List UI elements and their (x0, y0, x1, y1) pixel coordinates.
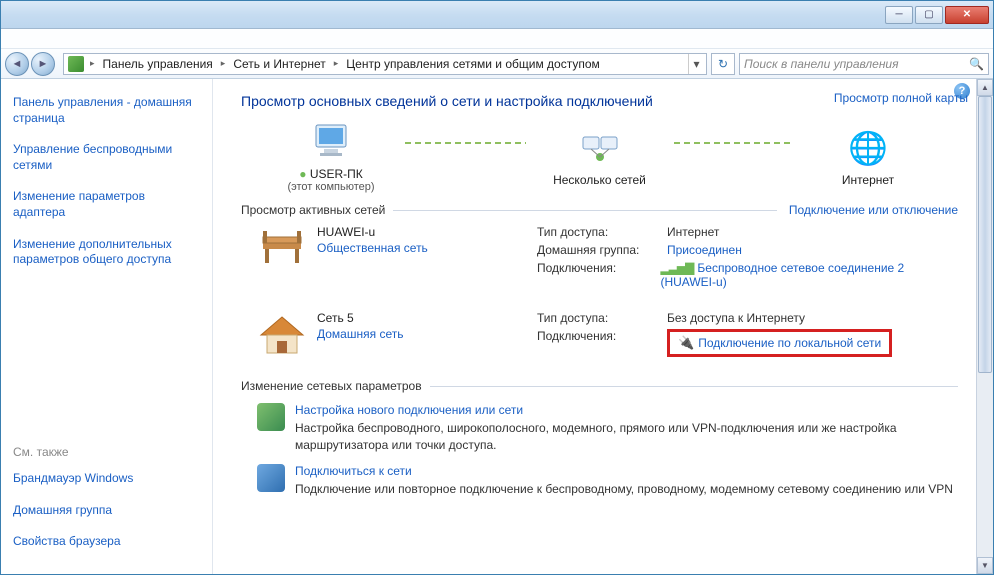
mid-label: Несколько сетей (530, 173, 670, 187)
task-description: Подключение или повторное подключение к … (295, 481, 953, 498)
scroll-up-button[interactable]: ▲ (977, 79, 993, 96)
network-row: HUAWEI-u Общественная сеть Тип доступа: … (241, 225, 958, 293)
access-type-value: Без доступа к Интернету (667, 311, 805, 325)
lan-connection-link[interactable]: 🔌Подключение по локальной сети (678, 336, 881, 350)
highlighted-lan-connection: 🔌Подключение по локальной сети (667, 329, 892, 357)
close-button[interactable]: ✕ (945, 6, 989, 24)
chevron-right-icon[interactable]: ▸ (88, 58, 97, 69)
house-icon (257, 313, 307, 357)
breadcrumb-seg-1[interactable]: Панель управления (97, 57, 219, 71)
new-connection-icon (257, 403, 285, 431)
connect-network-icon (257, 464, 285, 492)
forward-button[interactable]: ► (31, 52, 55, 76)
scroll-thumb[interactable] (978, 96, 992, 373)
connections-label: Подключения: (537, 261, 660, 289)
sidebar-link[interactable]: Изменение дополнительных параметров обще… (13, 237, 200, 268)
task-description: Настройка беспроводного, широкополосного… (295, 420, 958, 454)
network-map-overview: ● USER-ПК (этот компьютер) Несколько сет… (241, 121, 958, 193)
network-row: Сеть 5 Домашняя сеть Тип доступа: Без до… (241, 311, 958, 361)
maximize-button[interactable]: ▢ (915, 6, 943, 24)
scroll-down-button[interactable]: ▼ (977, 557, 993, 574)
search-icon[interactable]: 🔍 (969, 57, 984, 71)
content-pane: ? Просмотр основных сведений о сети и на… (213, 79, 976, 574)
address-bar: ◄ ► ▸ Панель управления ▸ Сеть и Интерне… (1, 49, 993, 79)
section-title: Просмотр активных сетей (241, 203, 385, 217)
sidebar: Панель управления - домашняя страница Уп… (1, 79, 213, 574)
menu-spacer (1, 29, 993, 49)
this-pc-node[interactable]: ● USER-ПК (этот компьютер) (261, 121, 401, 193)
titlebar: ─ ▢ ✕ (1, 1, 993, 29)
active-networks-header: Просмотр активных сетей Подключение или … (241, 203, 958, 217)
access-type-label: Тип доступа: (537, 225, 667, 239)
see-also-label: См. также (13, 445, 200, 459)
search-input[interactable]: Поиск в панели управления 🔍 (739, 53, 989, 75)
network-type-link[interactable]: Домашняя сеть (317, 327, 537, 341)
task-link-new-connection[interactable]: Настройка нового подключения или сети (295, 403, 523, 417)
chevron-right-icon[interactable]: ▸ (219, 58, 228, 69)
lan-plug-icon: 🔌 (678, 335, 694, 350)
connect-disconnect-link[interactable]: Подключение или отключение (789, 203, 958, 217)
search-placeholder: Поиск в панели управления (744, 57, 969, 71)
internet-node[interactable]: 🌐 Интернет (798, 127, 938, 187)
scroll-track[interactable] (977, 96, 993, 557)
breadcrumb-seg-2[interactable]: Сеть и Интернет (227, 57, 331, 71)
connection-line (674, 142, 795, 144)
sidebar-link[interactable]: Управление беспроводными сетями (13, 142, 200, 173)
homegroup-link[interactable]: Присоединен (667, 243, 742, 257)
access-type-label: Тип доступа: (537, 311, 667, 325)
section-title: Изменение сетевых параметров (241, 379, 422, 393)
internet-label: Интернет (798, 173, 938, 187)
control-panel-icon (68, 56, 84, 72)
view-full-map-link[interactable]: Просмотр полной карты (834, 91, 968, 105)
minimize-button[interactable]: ─ (885, 6, 913, 24)
multi-networks-node[interactable]: Несколько сетей (530, 127, 670, 187)
chevron-right-icon[interactable]: ▸ (332, 58, 341, 69)
task-row: Подключиться к сети Подключение или повт… (241, 464, 958, 498)
network-name: Сеть 5 (317, 311, 537, 325)
network-type-link[interactable]: Общественная сеть (317, 241, 537, 255)
homegroup-label: Домашняя группа: (537, 243, 667, 257)
address-dropdown[interactable]: ▾ (688, 54, 704, 74)
wireless-connection-link[interactable]: ▂▃▅▇Беспроводное сетевое соединение 2 (H… (660, 261, 958, 289)
access-type-value: Интернет (667, 225, 719, 239)
sidebar-also-link[interactable]: Свойства браузера (13, 534, 200, 550)
networks-icon (579, 127, 621, 169)
connection-line (405, 142, 526, 144)
sidebar-also-link[interactable]: Брандмауэр Windows (13, 471, 200, 487)
signal-bars-icon: ▂▃▅▇ (660, 261, 693, 275)
sidebar-link[interactable]: Изменение параметров адаптера (13, 189, 200, 220)
sidebar-home-link[interactable]: Панель управления - домашняя страница (13, 95, 200, 126)
change-network-settings-header: Изменение сетевых параметров (241, 379, 958, 393)
task-link-connect-network[interactable]: Подключиться к сети (295, 464, 412, 478)
network-name: HUAWEI-u (317, 225, 537, 239)
pc-label: ● USER-ПК (261, 167, 401, 181)
globe-icon: 🌐 (847, 127, 889, 169)
task-row: Настройка нового подключения или сети На… (241, 403, 958, 454)
breadcrumb[interactable]: ▸ Панель управления ▸ Сеть и Интернет ▸ … (63, 53, 707, 75)
computer-icon (310, 121, 352, 163)
vertical-scrollbar[interactable]: ▲ ▼ (976, 79, 993, 574)
sidebar-also-link[interactable]: Домашняя группа (13, 503, 200, 519)
window: ─ ▢ ✕ ◄ ► ▸ Панель управления ▸ Сеть и И… (0, 0, 994, 575)
connections-label: Подключения: (537, 329, 667, 357)
breadcrumb-seg-3[interactable]: Центр управления сетями и общим доступом (340, 57, 606, 71)
bench-icon (257, 227, 307, 271)
back-button[interactable]: ◄ (5, 52, 29, 76)
pc-sublabel: (этот компьютер) (261, 181, 401, 193)
refresh-button[interactable]: ↻ (711, 53, 735, 75)
